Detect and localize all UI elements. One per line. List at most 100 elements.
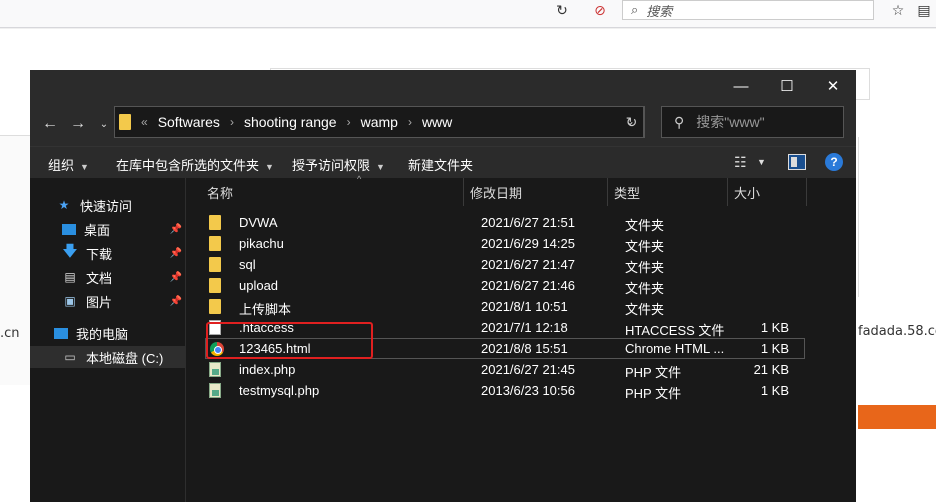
desktop-icon	[62, 223, 76, 235]
breadcrumb-overflow[interactable]: «	[141, 115, 148, 129]
file-name: pikachu	[239, 236, 284, 251]
pin-icon[interactable]: 📌	[170, 272, 182, 283]
sidebar-item-pictures[interactable]: ▣ 图片 📌	[30, 290, 186, 312]
sidebar-item-documents[interactable]: ▤ 文档 📌	[30, 266, 186, 288]
pin-icon[interactable]: 📌	[170, 248, 182, 259]
share-with-menu[interactable]: 授予访问权限 ▼	[292, 155, 385, 174]
file-date: 2021/7/1 12:18	[481, 320, 568, 335]
minimize-button[interactable]: —	[718, 70, 764, 102]
breadcrumb-www[interactable]: www	[422, 114, 452, 130]
sidebar-item-label: 图片	[86, 294, 113, 310]
file-date: 2021/6/29 14:25	[481, 236, 575, 251]
file-type: 文件夹	[625, 239, 665, 254]
chevron-down-icon: ▼	[80, 162, 89, 172]
library-icon[interactable]: ▤	[910, 0, 936, 22]
breadcrumb-separator[interactable]: ›	[230, 115, 234, 129]
navigation-bar: ← → ⌄ « Softwares › shooting range › wam…	[30, 102, 856, 146]
file-date: 2021/6/27 21:46	[481, 278, 575, 293]
recent-locations-chevron-icon[interactable]: ⌄	[92, 112, 116, 136]
file-type: PHP 文件	[625, 365, 682, 380]
php-file-icon	[209, 362, 221, 377]
background-right-panel	[858, 137, 936, 297]
table-row[interactable]: sql 2021/6/27 21:47 文件夹	[205, 254, 805, 275]
breadcrumb-separator[interactable]: ›	[347, 115, 351, 129]
sidebar-item-desktop[interactable]: 桌面 📌	[30, 218, 186, 240]
organize-menu[interactable]: 组织 ▼	[48, 155, 89, 174]
file-date: 2021/6/27 21:51	[481, 215, 575, 230]
column-header-type[interactable]: 类型	[608, 178, 728, 206]
reload-icon[interactable]: ↻	[548, 0, 576, 22]
document-icon: ▤	[64, 270, 76, 284]
file-type: 文件夹	[625, 302, 665, 317]
browser-search-input[interactable]: ⌕ 搜索	[622, 0, 874, 20]
title-bar: — ☐ ✕	[30, 70, 856, 102]
background-left-panel	[0, 135, 30, 385]
background-orange-bar	[858, 405, 936, 429]
new-folder-button[interactable]: 新建文件夹	[408, 155, 473, 174]
folder-icon	[209, 215, 221, 230]
sidebar-item-downloads[interactable]: 🡇 下载 📌	[30, 242, 186, 264]
include-in-library-label: 在库中包含所选的文件夹	[116, 158, 260, 173]
background-right-text: fadada.58.com	[858, 324, 936, 339]
help-button[interactable]: ?	[825, 153, 843, 171]
new-folder-label: 新建文件夹	[408, 158, 474, 173]
file-type: HTACCESS 文件	[625, 323, 725, 338]
column-header-name[interactable]: 名称	[187, 178, 464, 206]
column-header-date-modified[interactable]: 修改日期	[464, 178, 608, 206]
search-icon: ⚲	[674, 113, 685, 130]
sidebar-item-local-disk-c[interactable]: ▭ 本地磁盘 (C:)	[30, 346, 186, 368]
background-left-text: .cn	[0, 326, 20, 341]
preview-pane-icon[interactable]	[788, 154, 806, 170]
star-icon: ★	[58, 198, 70, 212]
change-view-icon[interactable]: ☷	[734, 154, 747, 171]
folder-search-input[interactable]: ⚲ 搜索"www"	[661, 106, 844, 138]
sidebar-item-label: 我的电脑	[76, 326, 129, 342]
breadcrumb-shooting-range[interactable]: shooting range	[244, 114, 337, 130]
pin-icon[interactable]: 📌	[170, 224, 182, 235]
chevron-down-icon[interactable]: ▼	[757, 157, 766, 167]
forward-arrow-icon[interactable]: →	[66, 112, 90, 136]
table-row[interactable]: pikachu 2021/6/29 14:25 文件夹	[205, 233, 805, 254]
file-type: 文件夹	[625, 218, 665, 233]
sidebar-item-label: 下载	[86, 246, 113, 262]
pin-icon[interactable]: 📌	[170, 296, 182, 307]
file-type: 文件夹	[625, 260, 665, 275]
blocked-icon[interactable]: ⊘	[586, 0, 614, 22]
include-in-library-menu[interactable]: 在库中包含所选的文件夹 ▼	[116, 155, 274, 174]
bookmark-star-icon[interactable]: ☆	[884, 0, 912, 22]
file-name: sql	[239, 257, 256, 272]
column-header-size[interactable]: 大小	[728, 178, 807, 206]
table-row[interactable]: 上传脚本 2021/8/1 10:51 文件夹	[205, 296, 805, 317]
maximize-button[interactable]: ☐	[764, 70, 810, 102]
search-icon: ⌕	[631, 2, 639, 18]
table-row[interactable]: DVWA 2021/6/27 21:51 文件夹	[205, 212, 805, 233]
browser-toolbar: ↻ ⊘ ⌕ 搜索 ☆ ▤	[0, 0, 936, 28]
file-type: 文件夹	[625, 281, 665, 296]
highlight-annotation-box	[206, 322, 373, 359]
sidebar-item-quick-access[interactable]: ★ 快速访问	[30, 194, 186, 216]
back-arrow-icon[interactable]: ←	[38, 112, 62, 136]
sidebar-item-label: 快速访问	[80, 198, 133, 214]
file-date: 2021/8/8 15:51	[481, 341, 568, 356]
file-date: 2013/6/23 10:56	[481, 383, 575, 398]
table-row[interactable]: testmysql.php 2013/6/23 10:56 PHP 文件 1 K…	[205, 380, 805, 401]
file-explorer-window: — ☐ ✕ ← → ⌄ « Softwares › shooting range…	[30, 70, 856, 502]
table-row[interactable]: upload 2021/6/27 21:46 文件夹	[205, 275, 805, 296]
breadcrumb-softwares[interactable]: Softwares	[158, 114, 220, 130]
table-row[interactable]: index.php 2021/6/27 21:45 PHP 文件 21 KB	[205, 359, 805, 380]
close-button[interactable]: ✕	[810, 70, 856, 102]
organize-label: 组织	[48, 158, 75, 173]
file-name: 上传脚本	[239, 302, 292, 317]
address-bar[interactable]: « Softwares › shooting range › wamp › ww…	[114, 106, 644, 138]
sidebar-item-label: 桌面	[84, 222, 111, 238]
drive-icon: ▭	[64, 350, 76, 364]
file-date: 2021/6/27 21:45	[481, 362, 575, 377]
refresh-button[interactable]: ↻	[619, 106, 645, 138]
breadcrumb-separator[interactable]: ›	[408, 115, 412, 129]
sidebar-item-this-pc[interactable]: 我的电脑	[30, 322, 186, 344]
file-size: 1 KB	[760, 341, 789, 356]
folder-icon	[209, 278, 221, 293]
breadcrumb-wamp[interactable]: wamp	[361, 114, 398, 130]
folder-icon	[209, 236, 221, 251]
file-name: index.php	[239, 362, 296, 377]
